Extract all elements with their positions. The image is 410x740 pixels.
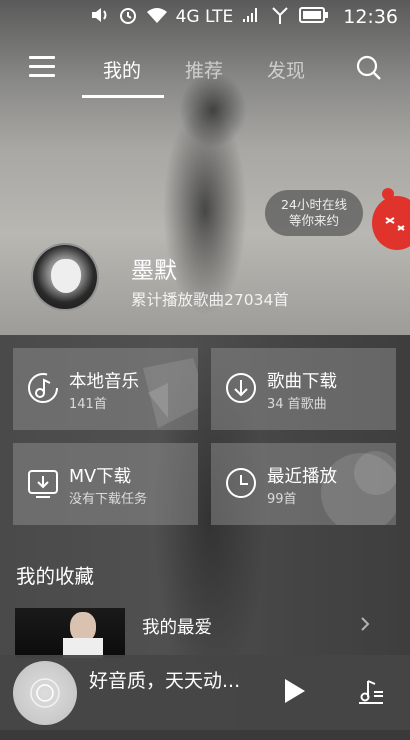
mascot-icon[interactable]: [372, 188, 410, 250]
tile-subtitle: 141首: [69, 397, 107, 412]
chevron-right-icon: [360, 616, 370, 636]
menu-icon[interactable]: [29, 56, 55, 78]
favorites-cover[interactable]: [15, 608, 125, 658]
active-tab-indicator: [82, 95, 164, 98]
tile-local-music[interactable]: 本地音乐 141首: [13, 348, 198, 430]
clock-icon: [225, 467, 257, 499]
avatar[interactable]: [31, 243, 99, 311]
tile-subtitle: 34 首歌曲: [267, 397, 327, 412]
favorites-section-title: 我的收藏: [16, 565, 95, 588]
tile-song-downloads[interactable]: 歌曲下载 34 首歌曲: [211, 348, 396, 430]
tab-discover[interactable]: 发现: [267, 56, 305, 83]
tab-recommend[interactable]: 推荐: [185, 56, 223, 83]
music-note-icon: [27, 372, 59, 404]
clock-time: 12:36: [343, 6, 398, 28]
tile-title: 本地音乐: [69, 372, 139, 392]
playlist-icon[interactable]: [356, 677, 386, 707]
tile-title: 歌曲下载: [267, 372, 337, 392]
signal-icon: [241, 6, 261, 29]
play-count: 累计播放歌曲27034首: [131, 291, 289, 309]
wifi-icon: [146, 6, 168, 29]
download-circle-icon: [225, 372, 257, 404]
tile-title: MV下载: [69, 467, 132, 487]
search-icon[interactable]: [355, 54, 383, 82]
alarm-icon: [118, 5, 138, 30]
username[interactable]: 墨默: [131, 251, 177, 285]
network-type: 4G LTE: [175, 7, 234, 27]
tile-recent-plays[interactable]: 最近播放 99首: [211, 443, 396, 525]
promo-line-1: 24小时在线: [281, 197, 347, 212]
now-playing-title[interactable]: 好音质，天天动...: [89, 666, 240, 693]
promo-line-2: 等你来约: [288, 213, 339, 228]
tab-mine[interactable]: 我的: [103, 56, 141, 83]
favorites-item-label[interactable]: 我的最爱: [142, 614, 212, 639]
album-disc[interactable]: [13, 661, 77, 725]
promo-bubble[interactable]: 24小时在线 等你来约: [265, 190, 363, 236]
battery-icon: [299, 6, 329, 29]
tile-title: 最近播放: [267, 467, 337, 487]
mv-download-icon: [27, 467, 59, 499]
volume-icon: [90, 6, 110, 29]
status-bar: 4G LTE 12:36: [0, 0, 410, 34]
play-icon[interactable]: [283, 677, 307, 705]
tile-subtitle: 99首: [267, 492, 297, 507]
top-navigation: 我的 推荐 发现: [0, 44, 410, 100]
signal-2-icon: [269, 5, 291, 30]
tile-subtitle: 没有下载任务: [69, 492, 148, 507]
tile-mv-downloads[interactable]: MV下载 没有下载任务: [13, 443, 198, 525]
